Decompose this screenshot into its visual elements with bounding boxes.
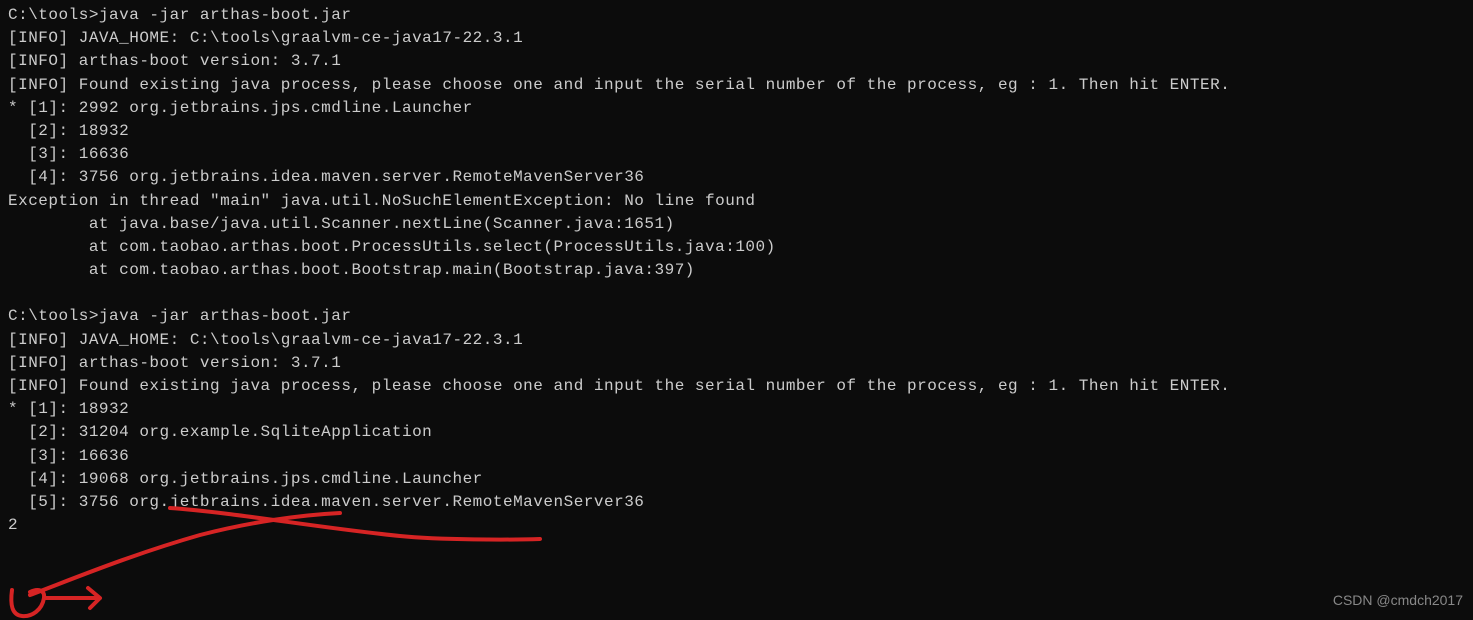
info-version: [INFO] arthas-boot version: 3.7.1 [8,352,1465,375]
info-java-home: [INFO] JAVA_HOME: C:\tools\graalvm-ce-ja… [8,27,1465,50]
info-version: [INFO] arthas-boot version: 3.7.1 [8,50,1465,73]
process-option-1: * [1]: 2992 org.jetbrains.jps.cmdline.La… [8,97,1465,120]
info-java-home: [INFO] JAVA_HOME: C:\tools\graalvm-ce-ja… [8,329,1465,352]
exception-trace-1: at java.base/java.util.Scanner.nextLine(… [8,213,1465,236]
process-option-4: [4]: 3756 org.jetbrains.idea.maven.serve… [8,166,1465,189]
process-option-3: [3]: 16636 [8,143,1465,166]
exception-trace-2: at com.taobao.arthas.boot.ProcessUtils.s… [8,236,1465,259]
exception-head: Exception in thread "main" java.util.NoS… [8,190,1465,213]
prompt-line: C:\tools>java -jar arthas-boot.jar [8,305,1465,328]
watermark: CSDN @cmdch2017 [1333,590,1463,610]
process-option-2: [2]: 18932 [8,120,1465,143]
prompt-line: C:\tools>java -jar arthas-boot.jar [8,4,1465,27]
info-found-process: [INFO] Found existing java process, plea… [8,74,1465,97]
user-input[interactable]: 2 [8,514,1465,537]
info-found-process: [INFO] Found existing java process, plea… [8,375,1465,398]
process-option-1: * [1]: 18932 [8,398,1465,421]
process-option-5: [5]: 3756 org.jetbrains.idea.maven.serve… [8,491,1465,514]
process-option-3: [3]: 16636 [8,445,1465,468]
exception-trace-3: at com.taobao.arthas.boot.Bootstrap.main… [8,259,1465,282]
process-option-2: [2]: 31204 org.example.SqliteApplication [8,421,1465,444]
process-option-4: [4]: 19068 org.jetbrains.jps.cmdline.Lau… [8,468,1465,491]
blank-line [8,282,1465,305]
